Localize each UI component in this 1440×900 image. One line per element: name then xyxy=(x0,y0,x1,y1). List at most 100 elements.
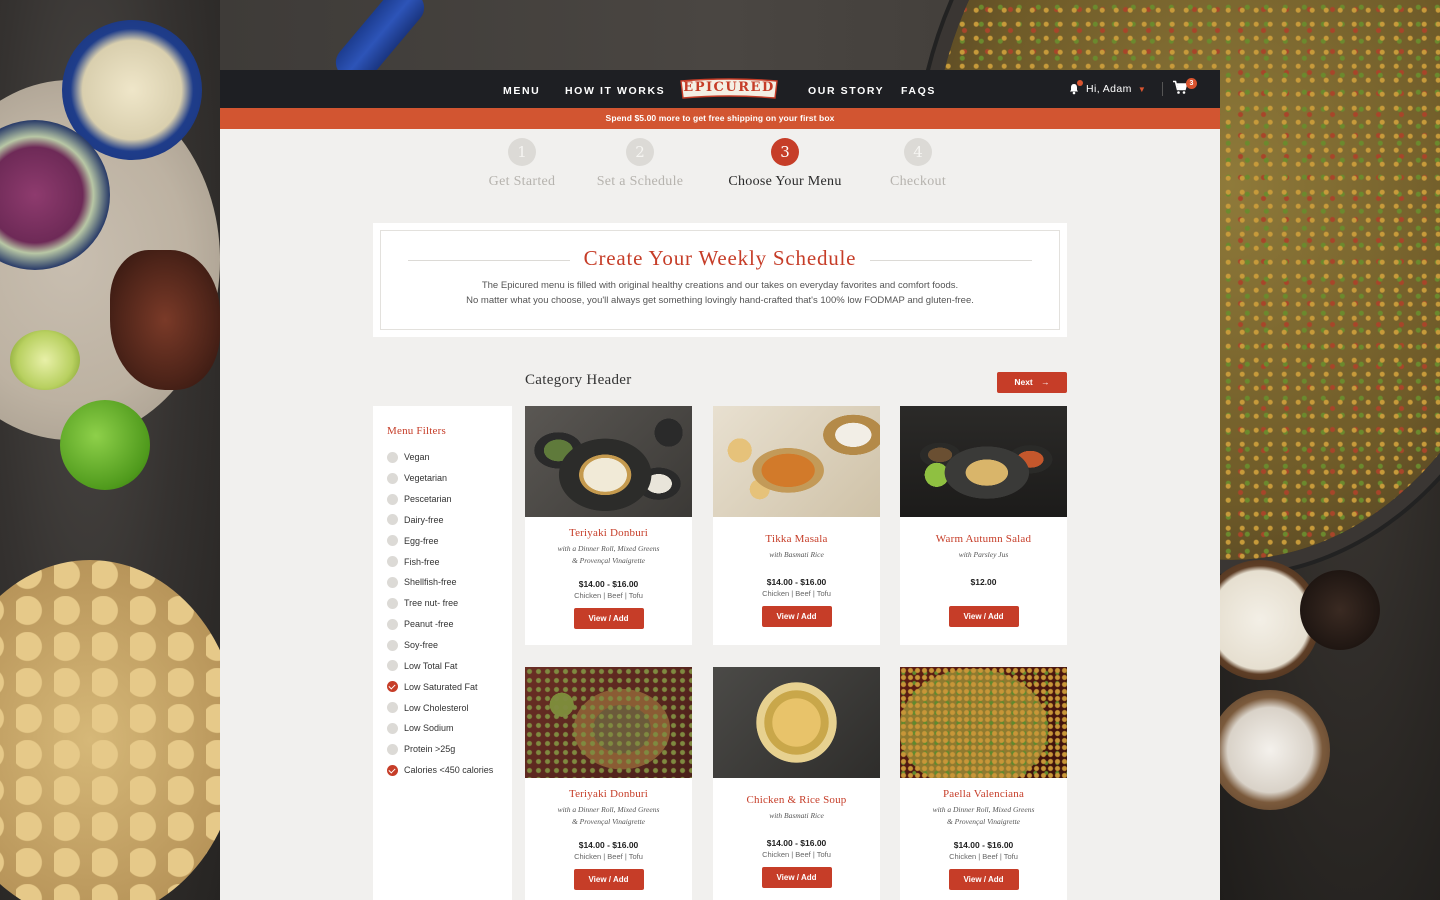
filter-egg-free[interactable]: Egg-free xyxy=(387,530,512,551)
view-add-button[interactable]: View / Add xyxy=(573,869,644,890)
next-button[interactable]: Next → xyxy=(997,372,1067,393)
filters-title: Menu Filters xyxy=(387,425,446,437)
filter-low-saturated-fat[interactable]: Low Saturated Fat xyxy=(387,676,512,697)
checked-radio-icon[interactable] xyxy=(387,681,398,693)
dish-title[interactable]: Paella Valenciana xyxy=(900,788,1067,800)
filter-fish-free[interactable]: Fish-free xyxy=(387,551,512,572)
filter-label: Calories <450 calories xyxy=(404,765,494,776)
radio-icon[interactable] xyxy=(387,493,398,505)
intro-text: The Epicured menu is filled with origina… xyxy=(381,279,1059,308)
logo[interactable]: EPICURED xyxy=(679,78,779,101)
filter-dairy-free[interactable]: Dairy-free xyxy=(387,510,512,531)
main-panel: Menu How It Works EPICURED Our Story FAQ… xyxy=(220,70,1220,900)
radio-icon[interactable] xyxy=(387,743,398,755)
filter-label: Egg-free xyxy=(404,535,439,546)
dish-image[interactable] xyxy=(525,667,692,778)
dish-description-line: with a Dinner Roll, Mixed Greens xyxy=(932,805,1035,814)
dish-description: with Basmati Rice xyxy=(769,811,824,820)
step-label: Set a Schedule xyxy=(596,174,684,189)
step-number: 1 xyxy=(508,138,536,166)
dish-image[interactable] xyxy=(900,667,1067,778)
intro-line-1: The Epicured menu is filled with origina… xyxy=(481,280,959,291)
filter-shellfish-free[interactable]: Shellfish-free xyxy=(387,572,512,593)
filter-low-sodium[interactable]: Low Sodium xyxy=(387,718,512,739)
menu-card-chicken-rice-soup: Chicken & Rice Soup with Basmati Rice $1… xyxy=(713,667,880,900)
step-number: 4 xyxy=(904,138,932,166)
filter-label: Low Saturated Fat xyxy=(404,681,478,692)
filter-low-cholesterol[interactable]: Low Cholesterol xyxy=(387,697,512,718)
radio-icon[interactable] xyxy=(387,702,398,714)
filter-label: Shellfish-free xyxy=(404,577,457,588)
user-menu[interactable]: Hi, Adam ▼ xyxy=(1068,70,1146,108)
radio-icon[interactable] xyxy=(387,576,398,588)
filter-label: Fish-free xyxy=(404,556,440,567)
nav-our-story[interactable]: Our Story xyxy=(808,70,884,108)
filter-pescetarian[interactable]: Pescetarian xyxy=(387,489,512,510)
dish-proteins: Chicken | Beef | Tofu xyxy=(574,591,643,600)
category-header: Category Header xyxy=(525,372,632,388)
filter-label: Soy-free xyxy=(404,640,439,651)
title-rule-left xyxy=(408,260,570,261)
step-number: 3 xyxy=(771,138,799,166)
dish-title[interactable]: Teriyaki Donburi xyxy=(525,527,692,539)
dish-image[interactable] xyxy=(713,667,880,778)
dish-description: with a Dinner Roll, Mixed Greens & Prove… xyxy=(900,804,1067,828)
chevron-down-icon[interactable]: ▼ xyxy=(1138,85,1146,94)
nav-menu[interactable]: Menu xyxy=(503,70,540,108)
filter-tree-nut-free[interactable]: Tree nut- free xyxy=(387,593,512,614)
menu-filters: Menu Filters Vegan Vegetarian Pescetarian D… xyxy=(373,406,512,900)
radio-icon[interactable] xyxy=(387,472,398,484)
next-button-label: Next xyxy=(1014,377,1033,387)
dish-title[interactable]: Tikka Masala xyxy=(713,533,880,545)
dish-description: with a Dinner Roll, Mixed Greens & Prove… xyxy=(525,543,692,567)
dish-title[interactable]: Warm Autumn Salad xyxy=(900,533,1067,545)
filter-label: Pescetarian xyxy=(404,494,452,505)
radio-icon[interactable] xyxy=(387,556,398,568)
dish-price: $14.00 - $16.00 xyxy=(578,840,639,850)
view-add-button[interactable]: View / Add xyxy=(573,608,644,629)
filter-label: Low Total Fat xyxy=(404,660,458,671)
filter-vegan[interactable]: Vegan xyxy=(387,447,512,468)
radio-icon[interactable] xyxy=(387,451,398,463)
view-add-button[interactable]: View / Add xyxy=(948,606,1019,627)
filter-label: Protein >25g xyxy=(404,744,456,755)
radio-icon[interactable] xyxy=(387,597,398,609)
nav-faqs[interactable]: FAQs xyxy=(901,70,936,108)
dish-image[interactable] xyxy=(713,406,880,517)
nav-how-it-works[interactable]: How It Works xyxy=(565,70,665,108)
view-add-button[interactable]: View / Add xyxy=(761,867,832,888)
step-checkout[interactable]: 4 Checkout xyxy=(848,138,988,190)
menu-card-teriyaki-donburi-2: Teriyaki Donburi with a Dinner Roll, Mix… xyxy=(525,667,692,900)
filter-protein-25g[interactable]: Protein >25g xyxy=(387,739,512,760)
step-choose-your-menu[interactable]: 3 Choose Your Menu xyxy=(715,138,855,190)
radio-icon[interactable] xyxy=(387,514,398,526)
filter-label: Low Sodium xyxy=(404,723,454,734)
radio-icon[interactable] xyxy=(387,618,398,630)
dish-title[interactable]: Teriyaki Donburi xyxy=(525,788,692,800)
radio-icon[interactable] xyxy=(387,639,398,651)
dish-title[interactable]: Chicken & Rice Soup xyxy=(713,794,880,806)
dish-description-line: & Provençal Vinaigrette xyxy=(946,817,1021,826)
filter-low-total-fat[interactable]: Low Total Fat xyxy=(387,655,512,676)
filter-soy-free[interactable]: Soy-free xyxy=(387,635,512,656)
step-set-a-schedule[interactable]: 2 Set a Schedule xyxy=(570,138,710,190)
step-label: Choose Your Menu xyxy=(728,174,842,189)
radio-icon[interactable] xyxy=(387,722,398,734)
radio-icon[interactable] xyxy=(387,660,398,672)
radio-icon[interactable] xyxy=(387,535,398,547)
filter-label: Low Cholesterol xyxy=(404,702,469,713)
dish-image[interactable] xyxy=(900,406,1067,517)
dish-proteins: Chicken | Beef | Tofu xyxy=(762,589,831,598)
checked-radio-icon[interactable] xyxy=(387,764,398,776)
top-nav: Menu How It Works EPICURED Our Story FAQ… xyxy=(220,70,1220,108)
view-add-button[interactable]: View / Add xyxy=(948,869,1019,890)
filter-calories-450-calories[interactable]: Calories <450 calories xyxy=(387,760,512,781)
user-greeting[interactable]: Hi, Adam xyxy=(1086,83,1132,95)
filter-label: Vegan xyxy=(404,452,430,463)
dish-price: $14.00 - $16.00 xyxy=(766,577,827,587)
filter-vegetarian[interactable]: Vegetarian xyxy=(387,468,512,489)
menu-card-teriyaki-donburi: Teriyaki Donburi with a Dinner Roll, Mix… xyxy=(525,406,692,645)
dish-image[interactable] xyxy=(525,406,692,517)
filter-peanut-free[interactable]: Peanut -free xyxy=(387,614,512,635)
view-add-button[interactable]: View / Add xyxy=(761,606,832,627)
